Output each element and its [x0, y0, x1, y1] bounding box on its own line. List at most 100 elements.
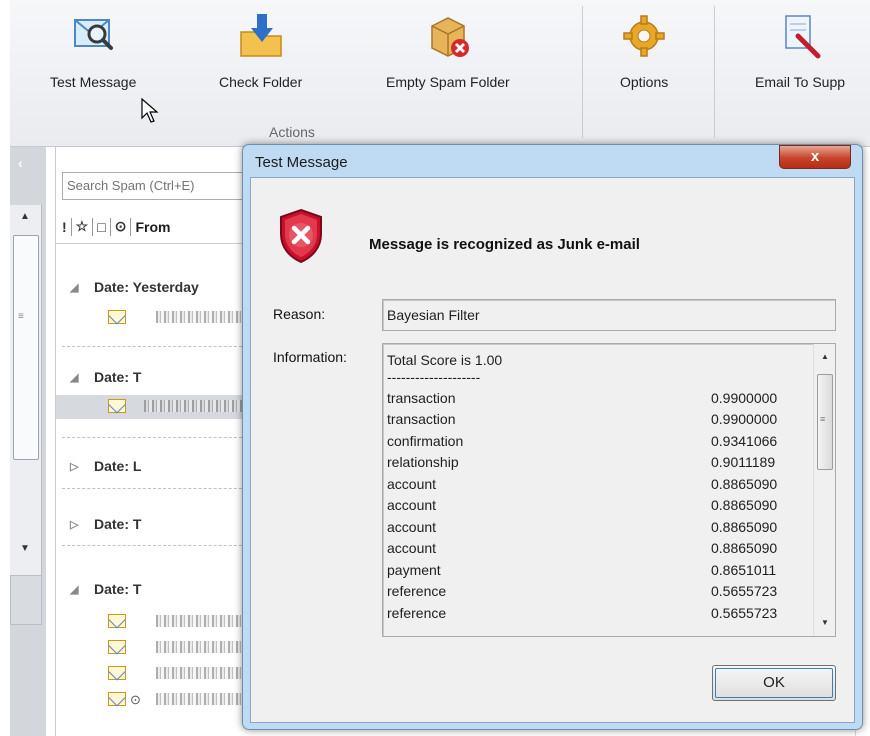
- collapse-triangle-icon[interactable]: ◢: [70, 583, 82, 596]
- envelope-icon: [108, 640, 126, 654]
- test-message-button[interactable]: Test Message: [50, 12, 136, 112]
- score-value: 0.5655723: [711, 604, 778, 621]
- date-group-header[interactable]: ◢ Date: T: [70, 578, 141, 600]
- date-group-header[interactable]: ◢ Date: T: [70, 366, 141, 388]
- email-to-support-button[interactable]: Email To Supp: [755, 12, 845, 112]
- score-row: transaction 0.9900000: [387, 388, 805, 410]
- expand-triangle-icon[interactable]: ▷: [70, 460, 82, 473]
- score-word: reference: [387, 583, 447, 599]
- date-group-header[interactable]: ▷ Date: T: [70, 513, 141, 535]
- reminder-bell-icon[interactable]: ☆: [76, 218, 89, 235]
- document-icon[interactable]: □: [97, 219, 105, 235]
- importance-icon[interactable]: !: [62, 219, 67, 235]
- ok-label: OK: [763, 674, 785, 691]
- information-textarea[interactable]: Total Score is 1.00 --------------------…: [382, 343, 836, 637]
- scroll-up-icon[interactable]: ▲: [20, 211, 30, 222]
- scroll-down-icon[interactable]: ▼: [20, 543, 30, 554]
- collapse-triangle-icon[interactable]: ◢: [70, 371, 82, 384]
- grip-icon: ≡: [18, 311, 24, 322]
- envelope-icon: [108, 614, 126, 628]
- score-word: transaction: [387, 411, 456, 427]
- message-row[interactable]: [56, 610, 256, 634]
- scroll-up-icon[interactable]: ▲: [821, 352, 829, 361]
- score-row: relationship 0.9011189: [387, 452, 805, 474]
- dialog-body: Message is recognized as Junk e-mail Rea…: [250, 177, 855, 723]
- score-row: confirmation 0.9341066: [387, 431, 805, 453]
- score-row: payment 0.8651011: [387, 560, 805, 582]
- message-list-pane: Search Spam (Ctrl+E) ! ☆ □ ⊙ From ◢ Date…: [55, 147, 256, 736]
- close-icon: x: [810, 148, 820, 165]
- envelope-icon: [108, 666, 126, 680]
- score-row: reference 0.5655723: [387, 603, 805, 625]
- reason-field[interactable]: Bayesian Filter: [382, 299, 836, 331]
- envelope-icon: [108, 310, 126, 324]
- empty-spam-folder-button[interactable]: Empty Spam Folder: [386, 12, 510, 112]
- date-group-header[interactable]: ▷ Date: L: [70, 455, 141, 477]
- date-group-label: Date: T: [94, 369, 142, 385]
- box-delete-icon: [431, 17, 469, 57]
- information-scrollbar[interactable]: ▲ ≡ ▼: [813, 344, 835, 636]
- score-value: 0.8865090: [711, 497, 778, 513]
- pane-splitter[interactable]: [10, 575, 42, 625]
- grip-icon: ≡: [820, 414, 826, 424]
- expand-triangle-icon[interactable]: ▷: [70, 518, 82, 531]
- ribbon-group-label: Actions: [269, 124, 315, 140]
- message-row-selected[interactable]: [56, 395, 256, 419]
- test-message-dialog: Test Message x Message is recognized as …: [242, 144, 863, 730]
- collapse-triangle-icon[interactable]: ◢: [70, 281, 82, 294]
- collapse-pane-icon[interactable]: ‹: [18, 155, 23, 171]
- redacted-sender: [156, 693, 256, 705]
- list-scrollbar[interactable]: ▲ ≡ ▼: [10, 205, 42, 625]
- divider-line: --------------------: [387, 368, 481, 385]
- score-word: account: [387, 518, 437, 535]
- close-button[interactable]: x: [779, 145, 851, 169]
- check-folder-button[interactable]: Check Folder: [219, 12, 302, 112]
- score-row: account 0.8865090: [387, 517, 805, 539]
- column-from[interactable]: From: [135, 219, 170, 235]
- empty-spam-folder-label: Empty Spam Folder: [386, 74, 510, 90]
- column-divider: [130, 217, 132, 236]
- redacted-sender: [156, 641, 256, 653]
- score-word: relationship: [387, 454, 459, 470]
- date-group-label: Date: T: [94, 516, 142, 532]
- score-word: reference: [387, 604, 447, 621]
- group-divider: [62, 346, 252, 347]
- redacted-sender: [156, 667, 256, 679]
- information-content: Total Score is 1.00 --------------------…: [387, 350, 805, 624]
- redacted-sender: [156, 615, 256, 627]
- message-row[interactable]: [56, 306, 256, 330]
- group-divider: [62, 437, 252, 438]
- ok-button[interactable]: OK: [712, 665, 836, 701]
- score-word: account: [387, 497, 437, 513]
- paperclip-icon: ⊙: [130, 692, 141, 707]
- scroll-down-icon[interactable]: ▼: [821, 618, 829, 627]
- score-word: transaction: [387, 389, 456, 406]
- date-group-label: Date: Yesterday: [94, 279, 199, 295]
- scrollbar-thumb[interactable]: [13, 235, 39, 460]
- search-input[interactable]: Search Spam (Ctrl+E): [62, 172, 252, 200]
- score-value: 0.9900000: [711, 411, 778, 427]
- attachment-icon[interactable]: ⊙: [115, 218, 127, 235]
- message-row[interactable]: [56, 662, 256, 686]
- ribbon-separator: [582, 6, 583, 138]
- message-row[interactable]: ⊙: [56, 688, 256, 712]
- options-button[interactable]: Options: [620, 12, 668, 112]
- check-folder-label: Check Folder: [219, 74, 303, 90]
- information-label: Information:: [273, 349, 347, 365]
- score-value: 0.9900000: [711, 389, 778, 406]
- message-row[interactable]: [56, 636, 256, 660]
- gear-icon: [623, 15, 665, 57]
- score-value: 0.8651011: [711, 561, 777, 578]
- score-value: 0.8865090: [711, 540, 778, 556]
- column-divider: [92, 217, 94, 236]
- date-group-label: Date: T: [94, 581, 142, 597]
- score-row: reference 0.5655723: [387, 581, 805, 603]
- reason-label: Reason:: [273, 306, 326, 322]
- ribbon-separator: [714, 6, 715, 138]
- score-word: account: [387, 475, 437, 492]
- score-row: account 0.8865090: [387, 495, 805, 517]
- document-pen-icon: [785, 15, 821, 59]
- score-value: 0.5655723: [711, 583, 778, 599]
- dialog-title: Test Message: [255, 154, 348, 171]
- date-group-header[interactable]: ◢ Date: Yesterday: [70, 276, 199, 298]
